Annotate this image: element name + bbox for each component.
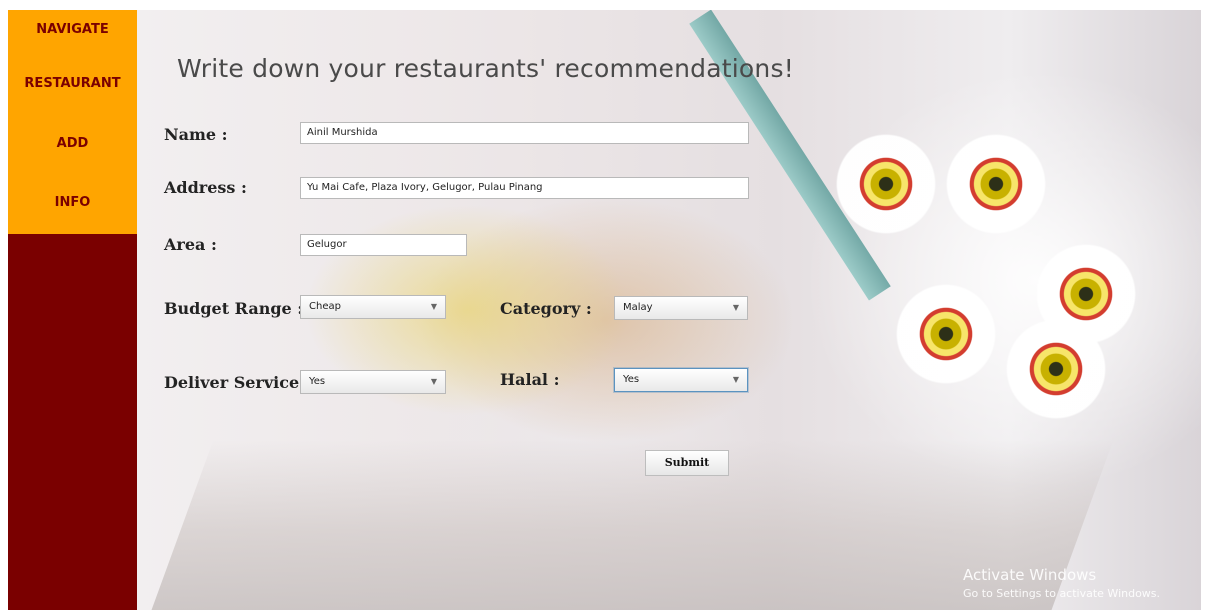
sidebar-item-add[interactable]: ADD xyxy=(8,136,137,151)
budget-range-label: Budget Range : xyxy=(164,299,304,318)
halal-select[interactable]: Yes ▼ xyxy=(614,368,748,392)
page-title: Write down your restaurants' recommendat… xyxy=(177,54,794,83)
halal-label: Halal : xyxy=(500,370,560,389)
recommendation-form-panel: Write down your restaurants' recommendat… xyxy=(137,10,1201,610)
submit-button[interactable]: Submit xyxy=(645,450,729,476)
deliver-service-value: Yes xyxy=(309,376,326,387)
background-flower xyxy=(997,310,1115,428)
chevron-down-icon: ▼ xyxy=(430,377,437,386)
deliver-service-label: Deliver Service : xyxy=(164,373,311,392)
budget-range-select[interactable]: Cheap ▼ xyxy=(300,295,446,319)
background-flower xyxy=(937,125,1055,243)
area-field[interactable]: Gelugor xyxy=(300,234,467,256)
background-flower xyxy=(827,125,945,243)
category-select[interactable]: Malay ▼ xyxy=(614,296,748,320)
activate-windows-watermark: Activate Windows Go to Settings to activ… xyxy=(963,566,1160,600)
category-label: Category : xyxy=(500,299,592,318)
budget-range-value: Cheap xyxy=(309,301,341,312)
category-value: Malay xyxy=(623,302,653,313)
deliver-service-select[interactable]: Yes ▼ xyxy=(300,370,446,394)
watermark-title: Activate Windows xyxy=(963,566,1097,584)
address-field[interactable]: Yu Mai Cafe, Plaza Ivory, Gelugor, Pulau… xyxy=(300,177,749,199)
name-label: Name : xyxy=(164,125,228,144)
area-label: Area : xyxy=(164,235,217,254)
sidebar-item-navigate: NAVIGATE xyxy=(36,22,109,37)
halal-value: Yes xyxy=(623,374,640,385)
address-label: Address : xyxy=(164,178,247,197)
chevron-down-icon: ▼ xyxy=(732,375,739,384)
chevron-down-icon: ▼ xyxy=(732,303,739,312)
sidebar-item-info[interactable]: INFO xyxy=(8,195,137,210)
background-flower xyxy=(887,275,1005,393)
sidebar-item-restaurant[interactable]: RESTAURANT xyxy=(8,76,137,91)
navigation-menu: NAVIGATE RESTAURANT ADD INFO xyxy=(8,10,137,234)
watermark-subtitle: Go to Settings to activate Windows. xyxy=(963,587,1161,600)
name-field[interactable]: Ainil Murshida xyxy=(300,122,749,144)
sidebar: NAVIGATE RESTAURANT ADD INFO xyxy=(8,10,137,610)
chevron-down-icon: ▼ xyxy=(430,302,437,311)
